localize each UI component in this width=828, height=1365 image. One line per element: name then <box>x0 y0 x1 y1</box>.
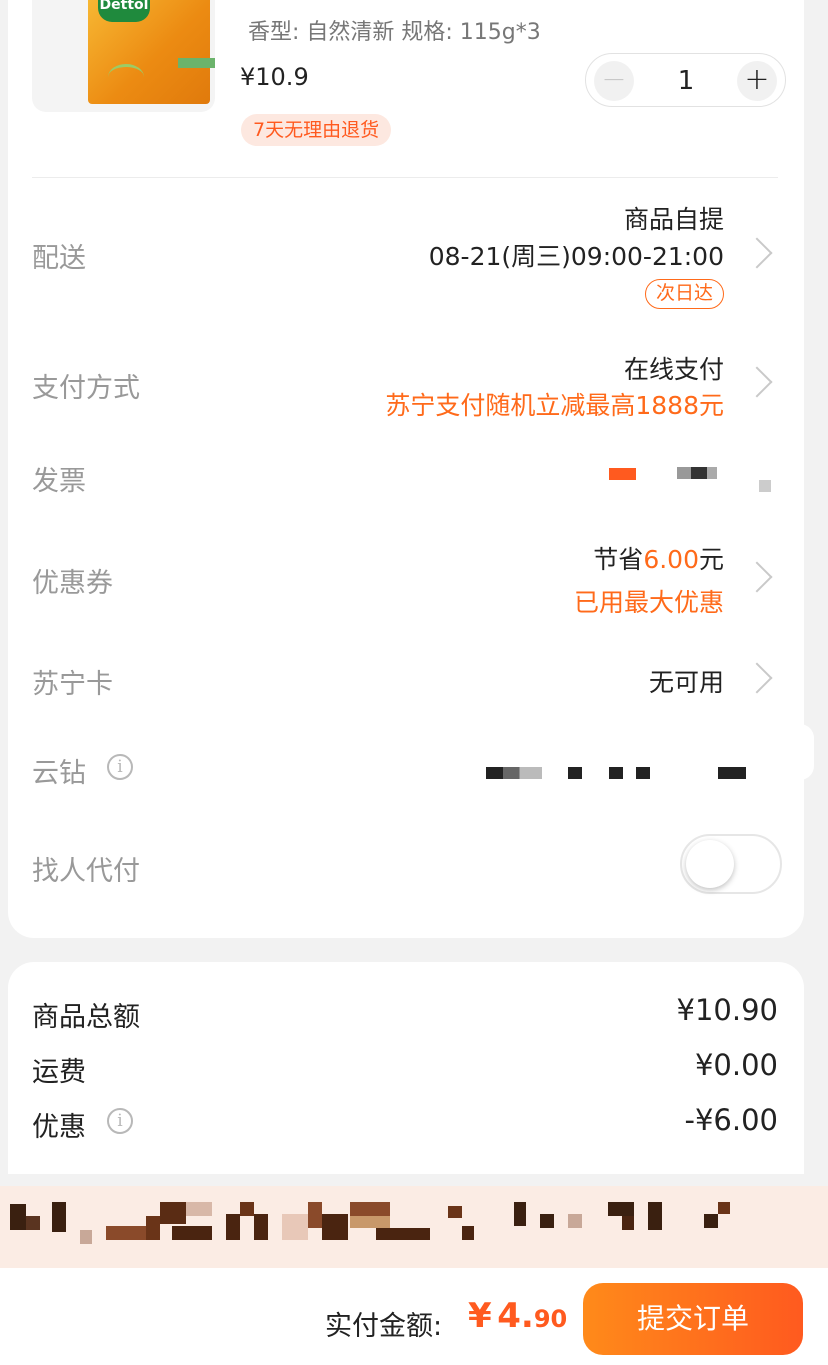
pixel-block <box>10 1204 26 1230</box>
pixel-block <box>648 1202 662 1230</box>
dettol-logo: Dettol <box>98 0 150 22</box>
submit-order-button[interactable]: 提交订单 <box>583 1283 803 1355</box>
pixel-block <box>350 1202 390 1216</box>
chevron-right-icon[interactable] <box>741 561 773 593</box>
payment-method[interactable]: 在线支付 <box>624 350 724 386</box>
product-price: ¥10.9 <box>240 63 309 91</box>
pixel-block <box>186 1202 212 1216</box>
pixel-block <box>106 1226 146 1240</box>
censored-banner <box>0 1186 828 1268</box>
pixel-block <box>240 1202 254 1216</box>
quantity-stepper: − 1 + <box>585 53 786 107</box>
toggle-knob <box>686 840 734 888</box>
chevron-right-icon[interactable] <box>741 366 773 398</box>
payment-promo[interactable]: 苏宁支付随机立减最高1888元 <box>385 386 724 422</box>
coupon-label: 优惠券 <box>32 568 113 599</box>
pixel-block <box>80 1230 92 1244</box>
yunzuan-value-pixel <box>568 767 582 779</box>
chevron-right-icon[interactable] <box>741 662 773 694</box>
pixel-block <box>308 1202 322 1228</box>
coupon-save-amount: 6.00 <box>643 545 699 574</box>
pixel-block <box>448 1206 462 1218</box>
coupon-note[interactable]: 已用最大优惠 <box>574 583 724 619</box>
pixel-block <box>622 1216 634 1230</box>
package-band <box>178 58 215 68</box>
coupon-saving[interactable]: 节省6.00元 <box>593 540 724 576</box>
pixel-block <box>462 1226 474 1240</box>
discount-value: -¥6.00 <box>684 1103 779 1137</box>
coupon-save-suffix: 元 <box>698 545 724 574</box>
pixel-block <box>350 1216 390 1228</box>
amount-integer: 4. <box>497 1296 534 1336</box>
suning-card-label: 苏宁卡 <box>32 669 113 700</box>
package-swoosh <box>108 64 144 90</box>
chevron-right-icon[interactable] <box>741 237 773 269</box>
minus-icon[interactable]: − <box>594 61 634 101</box>
goods-total-value: ¥10.90 <box>676 993 778 1027</box>
yunzuan-value-pixel <box>636 767 650 779</box>
soap-package: Dettol <box>88 0 215 104</box>
invoice-value-pixel[interactable] <box>759 480 771 492</box>
pixel-block <box>514 1202 526 1226</box>
divider <box>32 177 778 178</box>
payment-label: 支付方式 <box>32 373 140 404</box>
suning-card-value[interactable]: 无可用 <box>649 663 724 699</box>
yunzuan-value-pixel <box>609 767 623 779</box>
next-day-badge: 次日达 <box>644 279 724 309</box>
product-spec: 香型: 自然清新 规格: 115g*3 <box>248 20 541 45</box>
pay-amount-value: ¥ 4.90 <box>468 1296 567 1336</box>
info-icon[interactable]: i <box>107 754 133 780</box>
invoice-value-pixel[interactable] <box>609 468 636 480</box>
delivery-method[interactable]: 商品自提 <box>624 200 724 236</box>
currency-symbol: ¥ <box>468 1296 492 1336</box>
return-policy-badge: 7天无理由退货 <box>241 114 392 146</box>
pixel-block <box>608 1202 634 1216</box>
pixel-block <box>704 1214 718 1228</box>
pixel-block <box>254 1214 268 1240</box>
yunzuan-value-pixel <box>486 767 542 779</box>
pixel-block <box>172 1226 212 1240</box>
pixel-block <box>322 1214 348 1240</box>
info-icon[interactable]: i <box>107 1108 133 1134</box>
quantity-value[interactable]: 1 <box>646 66 726 96</box>
price-summary-card: 商品总额 ¥10.90 运费 ¥0.00 优惠 i -¥6.00 <box>8 962 804 1174</box>
goods-total-label: 商品总额 <box>32 1002 140 1033</box>
discount-label: 优惠 <box>32 1112 86 1143</box>
pixel-block <box>282 1214 308 1240</box>
plus-icon[interactable]: + <box>737 61 777 101</box>
pixel-block <box>718 1202 730 1214</box>
pixel-block <box>26 1216 40 1230</box>
pixel-block <box>376 1228 430 1240</box>
invoice-value-pixel[interactable] <box>677 467 717 479</box>
pixel-block <box>52 1202 66 1232</box>
pixel-block <box>146 1216 160 1240</box>
pixel-block <box>568 1214 582 1228</box>
coupon-save-prefix: 节省 <box>593 545 644 574</box>
delivery-time[interactable]: 08-21(周三)09:00-21:00 <box>429 237 724 273</box>
shipping-value: ¥0.00 <box>694 1048 778 1082</box>
yunzuan-label: 云钻 <box>32 758 86 789</box>
product-image[interactable]: Dettol <box>32 0 215 112</box>
side-handle <box>800 724 814 780</box>
delivery-label: 配送 <box>32 243 86 274</box>
order-details-card: Dettol 香型: 自然清新 规格: 115g*3 ¥10.9 − 1 + 7… <box>8 0 804 938</box>
invoice-label: 发票 <box>32 466 86 497</box>
shipping-label: 运费 <box>32 1057 86 1088</box>
pixel-block <box>540 1214 554 1228</box>
checkout-bar: 实付金额: ¥ 4.90 提交订单 <box>0 1268 828 1365</box>
proxy-pay-toggle[interactable] <box>680 834 782 894</box>
pixel-block <box>226 1214 240 1240</box>
proxy-pay-label: 找人代付 <box>32 856 140 887</box>
yunzuan-value-pixel <box>718 767 746 779</box>
amount-decimal: 90 <box>533 1305 568 1333</box>
pay-amount-label: 实付金额: <box>325 1311 443 1342</box>
pixel-block <box>160 1202 186 1224</box>
